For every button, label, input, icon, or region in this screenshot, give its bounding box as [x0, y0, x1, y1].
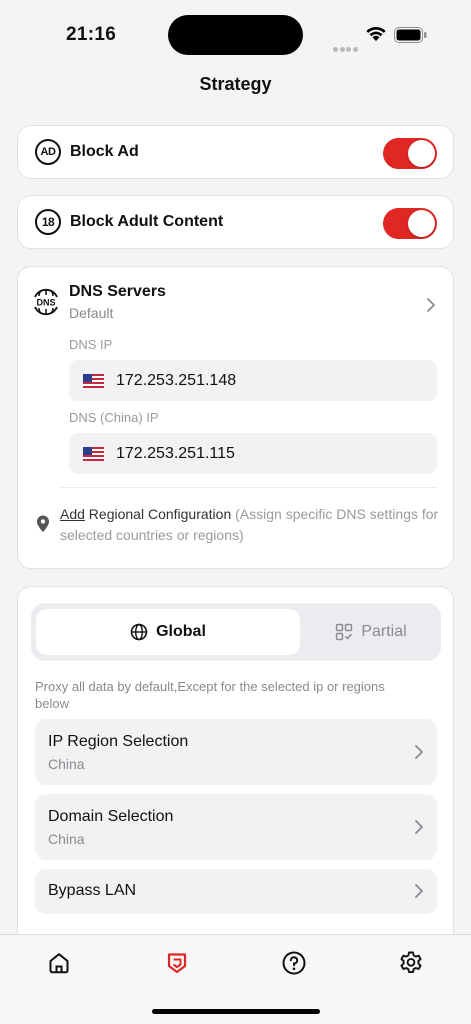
home-indicator: [152, 1009, 320, 1014]
toggle-knob: [408, 140, 435, 167]
bypass-lan-row[interactable]: Bypass LAN: [35, 869, 437, 914]
help-icon: [282, 951, 306, 975]
ip-region-selection-row[interactable]: IP Region Selection China: [35, 719, 437, 785]
block-adult-toggle[interactable]: [383, 208, 437, 239]
tab-strategy[interactable]: [163, 949, 191, 977]
toggle-knob: [408, 210, 435, 237]
block-ad-toggle[interactable]: [383, 138, 437, 169]
dns-servers-row[interactable]: DNS DNS Servers Default: [32, 283, 166, 321]
dns-servers-subtitle: Default: [69, 305, 114, 321]
settings-icon: [400, 951, 422, 974]
ip-region-selection-value: China: [48, 756, 85, 772]
shield-icon: [167, 953, 187, 974]
ip-region-selection-title: IP Region Selection: [48, 733, 189, 750]
dynamic-island: [168, 15, 303, 55]
proxy-mode-card: Global Partial Proxy all data by default…: [17, 586, 454, 946]
cellular-signal-icon: [333, 39, 359, 57]
chevron-right-icon: [415, 745, 423, 759]
chevron-right-icon: [415, 820, 423, 834]
proxy-description: Proxy all data by default,Except for the…: [35, 679, 385, 711]
dns-china-ip-field[interactable]: 172.253.251.115: [69, 433, 437, 474]
add-regional-config-link[interactable]: Add: [60, 506, 85, 522]
page-title: Strategy: [199, 74, 272, 94]
chevron-right-icon[interactable]: [426, 297, 436, 313]
block-ad-card: AD Block Ad: [17, 125, 454, 179]
location-pin-icon: [37, 515, 49, 532]
wifi-icon: [366, 26, 386, 41]
tab-settings[interactable]: [397, 949, 425, 977]
tab-help[interactable]: [280, 949, 308, 977]
regional-configuration: Add Regional Configuration (Assign speci…: [34, 504, 439, 546]
bypass-lan-title: Bypass LAN: [48, 882, 137, 899]
tab-partial[interactable]: Partial: [306, 609, 436, 655]
ad-badge-icon: AD: [35, 139, 61, 165]
domain-selection-value: China: [48, 831, 85, 847]
status-time: 21:16: [66, 24, 117, 45]
tab-home[interactable]: [45, 949, 73, 977]
divider: [60, 487, 437, 488]
tab-partial-label: Partial: [361, 623, 407, 640]
domain-selection-row[interactable]: Domain Selection China: [35, 794, 437, 860]
status-bar: 21:16: [0, 0, 471, 70]
dns-ip-field[interactable]: 172.253.251.148: [69, 360, 437, 401]
dns-ip-value: 172.253.251.148: [116, 371, 237, 389]
tab-global[interactable]: Global: [36, 609, 300, 655]
regional-config-label: Regional Configuration: [84, 506, 232, 522]
dns-globe-icon: DNS: [34, 288, 58, 316]
block-adult-label: Block Adult Content: [70, 213, 224, 230]
dns-ip-label: DNS IP: [69, 337, 113, 352]
age-18-badge-icon: 18: [35, 209, 61, 235]
partial-grid-icon: [336, 623, 353, 641]
home-icon: [49, 953, 69, 974]
dns-servers-title: DNS Servers: [69, 283, 166, 300]
chevron-right-icon: [415, 884, 423, 898]
us-flag-icon: [83, 446, 104, 461]
svg-text:DNS: DNS: [36, 298, 55, 308]
dns-china-ip-label: DNS (China) IP: [69, 410, 159, 425]
block-adult-card: 18 Block Adult Content: [17, 195, 454, 249]
block-ad-label: Block Ad: [70, 143, 139, 160]
us-flag-icon: [83, 373, 104, 388]
battery-icon: [394, 27, 427, 43]
proxy-mode-segmented-control: Global Partial: [31, 603, 441, 661]
tab-global-label: Global: [156, 623, 206, 640]
dns-card: DNS DNS Servers Default DNS IP 172.253.2…: [17, 266, 454, 569]
domain-selection-title: Domain Selection: [48, 808, 174, 825]
dns-china-ip-value: 172.253.251.115: [116, 444, 235, 462]
globe-icon: [130, 623, 148, 641]
